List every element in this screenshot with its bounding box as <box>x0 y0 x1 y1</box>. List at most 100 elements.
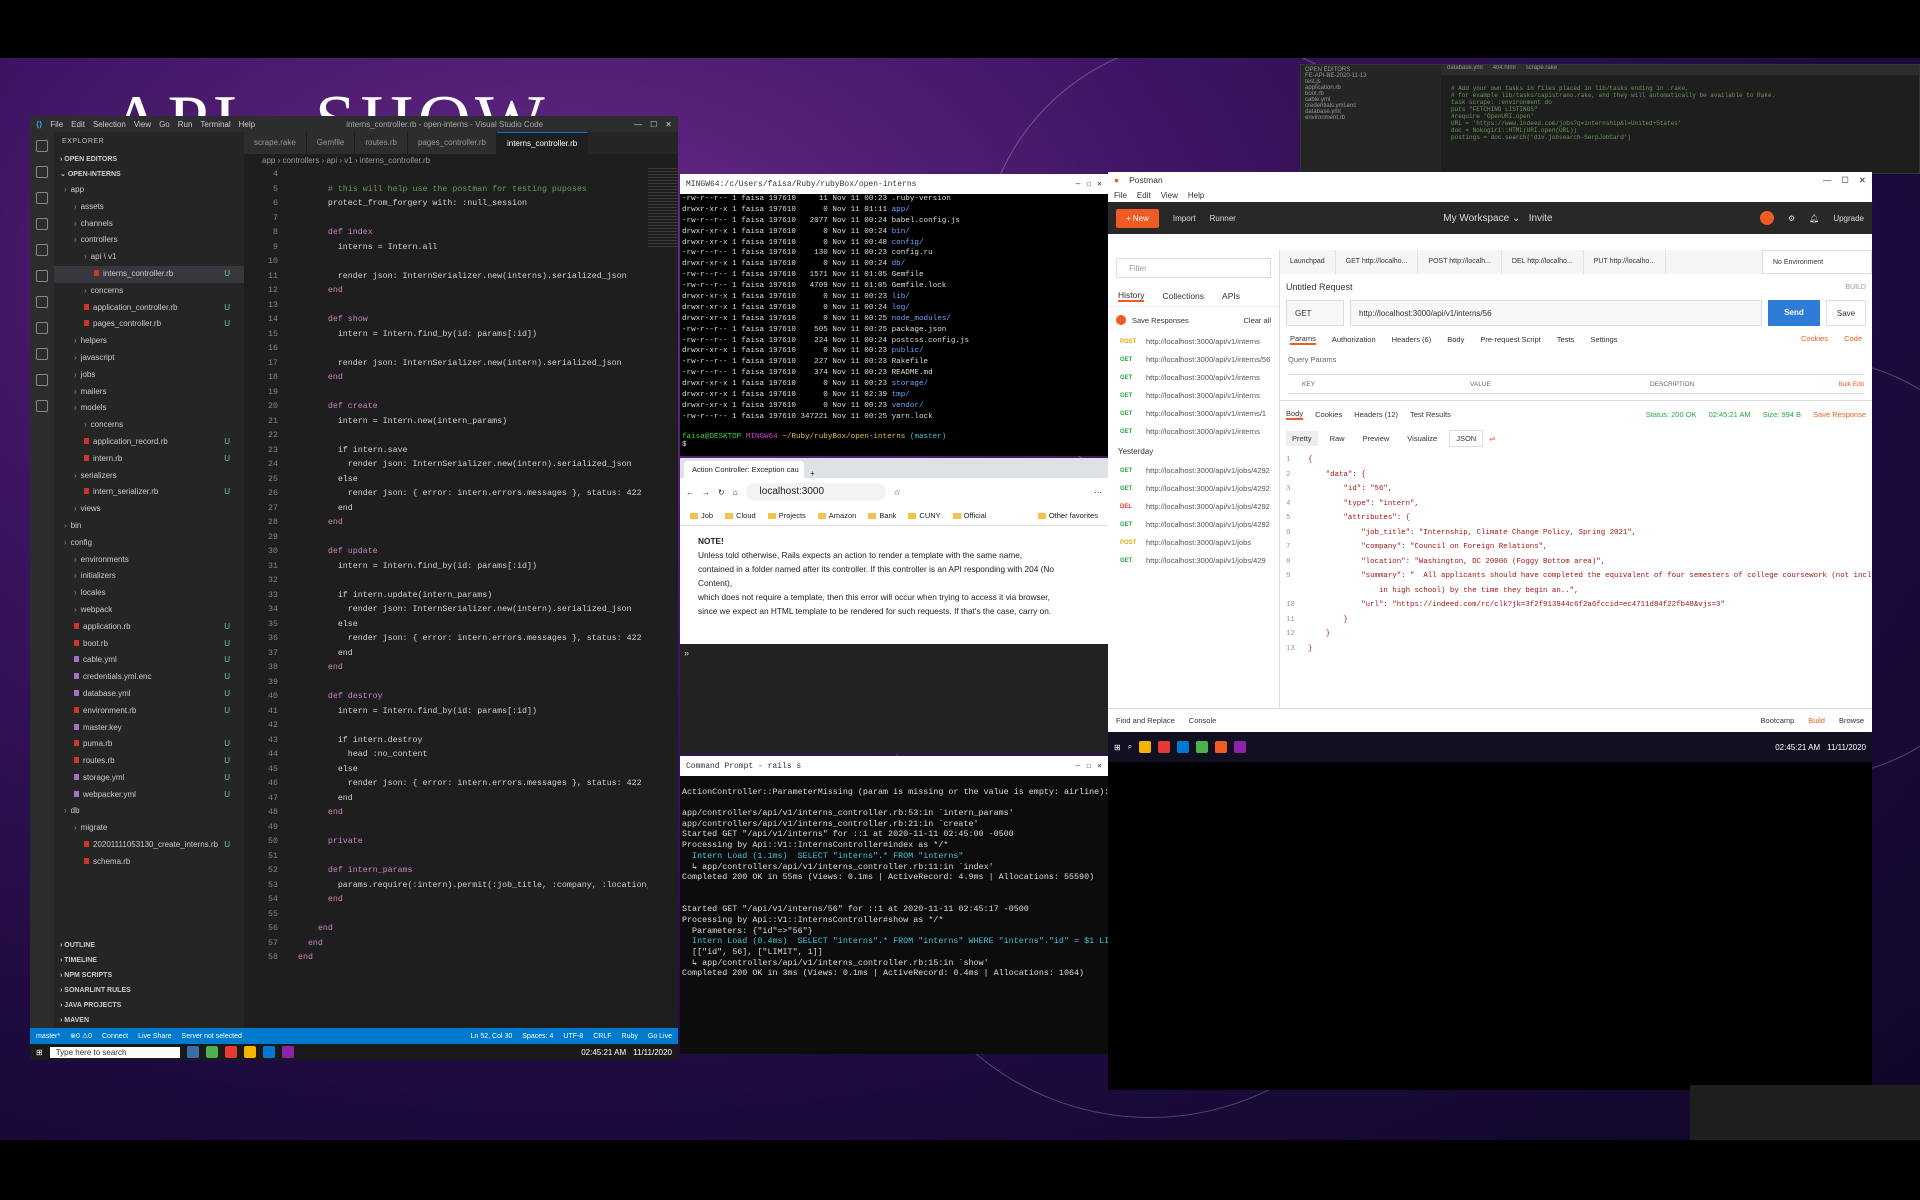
bookmark-other[interactable]: Other favorites <box>1038 511 1098 520</box>
menu-item-file[interactable]: File <box>50 120 63 129</box>
app-icon[interactable] <box>262 1046 275 1058</box>
filter-input[interactable]: Filter <box>1116 258 1271 278</box>
app-icon[interactable] <box>1234 741 1247 753</box>
devtools-toggle[interactable]: » <box>684 648 689 658</box>
sidebar-section[interactable]: › JAVA PROJECTS <box>54 998 244 1013</box>
environment-select[interactable]: No Environment <box>1762 250 1872 274</box>
folder-item[interactable]: app <box>54 182 244 199</box>
folder-item[interactable]: webpack <box>54 602 244 619</box>
app-icon[interactable] <box>281 1046 294 1058</box>
status-connect[interactable]: Connect <box>102 1033 128 1040</box>
run-icon[interactable] <box>36 218 48 230</box>
menu-item-help[interactable]: Help <box>239 120 255 129</box>
taskbar-date[interactable]: 11/11/2020 <box>1827 743 1866 752</box>
search-icon[interactable] <box>36 166 48 178</box>
param-tab[interactable]: Params <box>1290 334 1316 345</box>
editor-tab[interactable]: database.yml <box>1447 65 1483 75</box>
new-tab-icon[interactable]: + <box>804 469 821 478</box>
close-icon[interactable]: ✕ <box>665 120 672 129</box>
footer-item[interactable]: Bootcamp <box>1761 716 1795 725</box>
minimap[interactable] <box>648 168 678 248</box>
testing-icon[interactable] <box>36 296 48 308</box>
menu-item-help[interactable]: Help <box>1188 191 1204 200</box>
file-item[interactable]: cable.yml U <box>54 652 244 669</box>
extensions-icon[interactable] <box>36 270 48 282</box>
status-problems[interactable]: ⊗0 ⚠0 <box>70 1032 92 1040</box>
view-tab[interactable]: Visualize <box>1401 431 1443 446</box>
send-button[interactable]: Send <box>1768 300 1820 326</box>
save-button[interactable]: Save <box>1826 300 1866 326</box>
folder-item[interactable]: api \ v1 <box>54 249 244 266</box>
app-icon[interactable] <box>224 1046 237 1058</box>
sidebar-section[interactable]: › MAVEN <box>54 1013 244 1028</box>
url-field[interactable]: localhost:3000 <box>745 483 886 501</box>
folder-item[interactable]: concerns <box>54 283 244 300</box>
history-item[interactable]: GET http://localhost:3000/api/v1/jobs/429… <box>1108 516 1279 534</box>
editor-tab[interactable]: scrape.rake <box>1526 65 1557 75</box>
view-tab[interactable]: Pretty <box>1286 431 1318 446</box>
param-tab[interactable]: Body <box>1447 335 1464 344</box>
status-golive[interactable]: Go Live <box>648 1033 672 1040</box>
history-item[interactable]: GET http://localhost:3000/api/v1/jobs/429… <box>1108 480 1279 498</box>
history-item[interactable]: GET http://localhost:3000/api/v1/interns <box>1108 369 1279 387</box>
windows-start-icon[interactable]: ⊞ <box>36 1048 43 1057</box>
bookmark[interactable]: Bank <box>868 511 896 520</box>
folder-item[interactable]: serializers <box>54 468 244 485</box>
folder-item[interactable]: jobs <box>54 367 244 384</box>
request-tab[interactable]: GET http://localho... <box>1336 250 1419 274</box>
minimize-icon[interactable]: — <box>634 120 642 129</box>
status-eol[interactable]: CRLF <box>593 1033 611 1040</box>
file-item[interactable]: schema.rb <box>54 854 244 871</box>
history-item[interactable]: GET http://localhost:3000/api/v1/jobs/429 <box>1108 552 1279 570</box>
cookies-link[interactable]: Cookies <box>1801 334 1828 345</box>
menu-item-view[interactable]: View <box>1161 191 1178 200</box>
view-tab[interactable]: Preview <box>1357 431 1396 446</box>
favorite-star-icon[interactable]: ☆ <box>894 488 901 497</box>
yesterday-header[interactable]: Yesterday <box>1108 441 1279 462</box>
bookmark[interactable]: Job <box>690 511 713 520</box>
folder-item[interactable]: mailers <box>54 384 244 401</box>
live-share-icon[interactable] <box>36 322 48 334</box>
file-item[interactable]: boot.rb U <box>54 636 244 653</box>
runner-button[interactable]: Runner <box>1210 214 1236 223</box>
status-branch[interactable]: master* <box>36 1033 60 1040</box>
sidebar-section[interactable]: › SONARLINT RULES <box>54 983 244 998</box>
history-item[interactable]: GET http://localhost:3000/api/v1/interns/… <box>1108 405 1279 423</box>
settings-icon[interactable]: ⚙ <box>1788 214 1795 223</box>
docker-icon[interactable] <box>36 400 48 412</box>
history-item[interactable]: GET http://localhost:3000/api/v1/interns <box>1108 387 1279 405</box>
file-item[interactable]: intern_serializer.rb U <box>54 484 244 501</box>
file-item[interactable]: application_controller.rb U <box>54 300 244 317</box>
app-icon[interactable] <box>1158 741 1171 753</box>
editor-tab[interactable]: scrape.rake <box>244 132 307 154</box>
bulk-edit-link[interactable]: Bulk Edit <box>1838 381 1864 388</box>
new-button[interactable]: + New <box>1116 208 1159 228</box>
folder-item[interactable]: javascript <box>54 350 244 367</box>
request-tab[interactable]: Launchpad <box>1280 250 1336 274</box>
file-item[interactable]: puma.rb U <box>54 736 244 753</box>
view-tab[interactable]: Raw <box>1324 431 1351 446</box>
file-item[interactable]: 20201111053130_create_interns.rb U <box>54 837 244 854</box>
notifications-icon[interactable]: 🔔︎ <box>1809 214 1819 223</box>
minimize-icon[interactable]: — <box>1076 180 1081 189</box>
param-tab[interactable]: Tests <box>1557 335 1575 344</box>
minimize-icon[interactable]: — <box>1076 762 1081 771</box>
sidebar-section[interactable]: › TIMELINE <box>54 953 244 968</box>
maximize-icon[interactable]: ☐ <box>1841 175 1849 186</box>
request-tab[interactable]: POST http://localh... <box>1418 250 1502 274</box>
sidebar-section[interactable]: › OUTLINE <box>54 938 244 953</box>
folder-item[interactable]: views <box>54 501 244 518</box>
editor-tab[interactable]: Gemfile <box>306 132 356 154</box>
reload-icon[interactable]: ↻ <box>718 488 725 497</box>
app-icon[interactable] <box>1177 741 1190 753</box>
menu-item-view[interactable]: View <box>134 120 151 129</box>
explorer-icon[interactable] <box>36 140 48 152</box>
forward-icon[interactable]: → <box>702 488 710 497</box>
url-input[interactable]: http://localhost:3000/api/v1/interns/56 <box>1350 300 1762 326</box>
folder-item[interactable]: migrate <box>54 820 244 837</box>
response-body[interactable]: 1{2 "data": {3 "id": "56", 4 "type": "int… <box>1280 453 1872 656</box>
folder-item[interactable]: initializers <box>54 568 244 585</box>
folder-item[interactable]: concerns <box>54 417 244 434</box>
status-liveshare[interactable]: Live Share <box>138 1033 171 1040</box>
param-tab[interactable]: Settings <box>1590 335 1617 344</box>
